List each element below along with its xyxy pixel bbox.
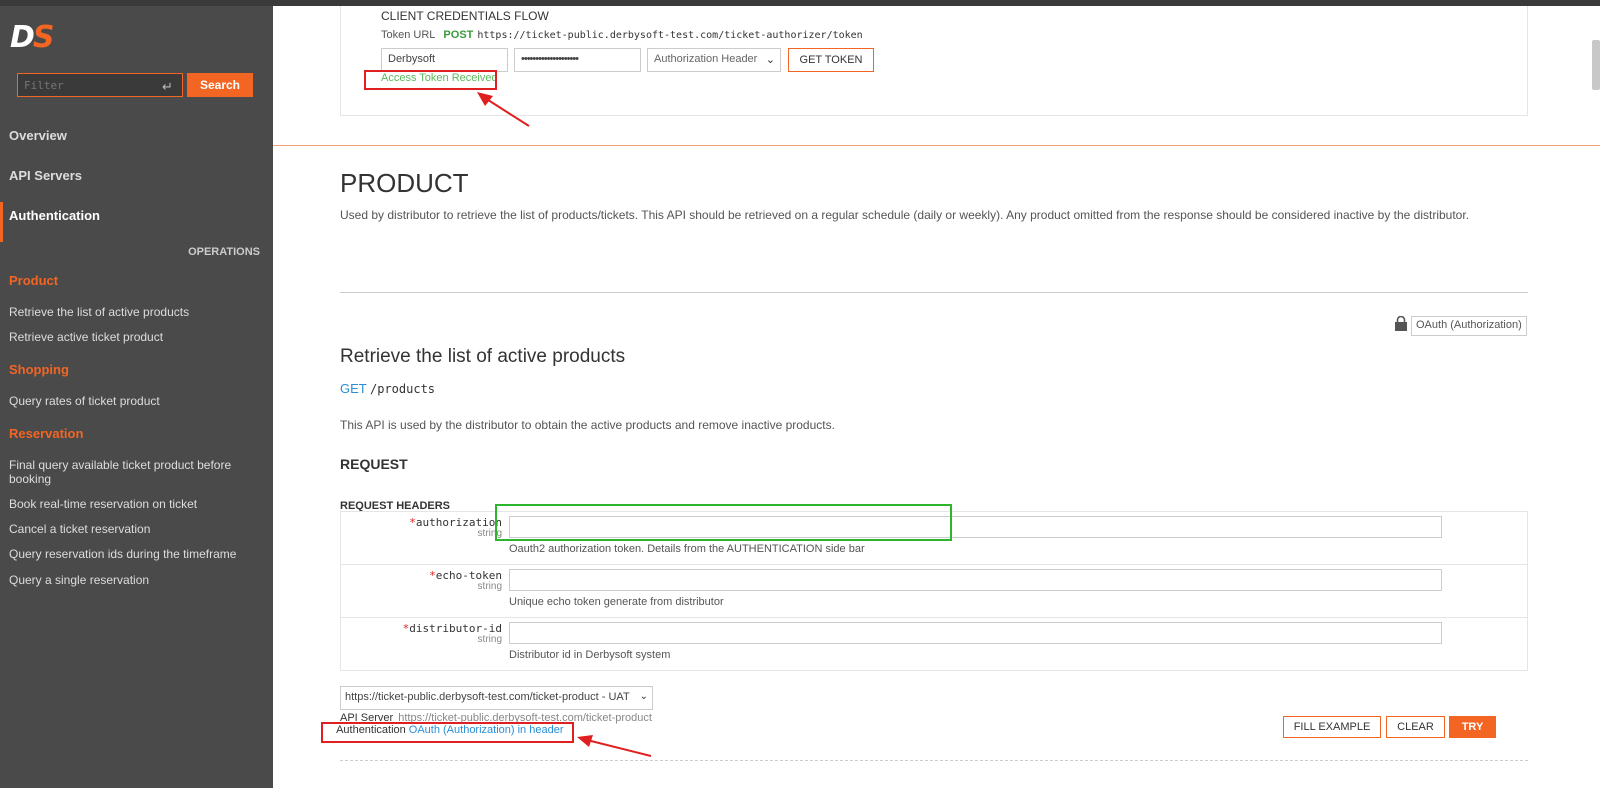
- chevron-down-icon: ⌄: [639, 691, 648, 702]
- section-product[interactable]: Product: [9, 273, 58, 288]
- oauth-badge[interactable]: OAuth (Authorization): [1411, 316, 1527, 336]
- request-title: REQUEST: [340, 456, 408, 472]
- client-id-field[interactable]: Derbysoft: [381, 48, 508, 72]
- search-button[interactable]: Search: [187, 73, 253, 97]
- endpoint-description: This API is used by the distributor to o…: [340, 418, 835, 432]
- table-row: *echo-token string Unique echo token gen…: [341, 565, 1527, 618]
- credentials-title: CLIENT CREDENTIALS FLOW: [381, 9, 549, 23]
- server-select[interactable]: https://ticket-public.derbysoft-test.com…: [340, 686, 653, 710]
- nav-api-servers[interactable]: API Servers: [9, 168, 82, 183]
- header-description: Oauth2 authorization token. Details from…: [509, 543, 865, 555]
- bottom-divider: [340, 760, 1528, 761]
- header-description: Distributor id in Derbysoft system: [509, 649, 671, 661]
- operations-label: OPERATIONS: [188, 246, 260, 258]
- scrollbar[interactable]: [1592, 40, 1600, 90]
- token-url-label: Token URL: [381, 29, 436, 41]
- main-content: CLIENT CREDENTIALS FLOW Token URL POST htt…: [273, 6, 1600, 788]
- nav-cancel-reservation[interactable]: Cancel a ticket reservation: [9, 522, 249, 536]
- table-row: *distributor-id string Distributor id in…: [341, 618, 1527, 671]
- section-reservation[interactable]: Reservation: [9, 426, 83, 441]
- endpoint-method: GET: [340, 381, 367, 396]
- divider: [340, 292, 1528, 293]
- nav-retrieve-active-ticket[interactable]: Retrieve active ticket product: [9, 330, 249, 344]
- token-method: POST: [443, 29, 474, 41]
- lock-icon: [1395, 316, 1407, 331]
- get-token-button[interactable]: GET TOKEN: [788, 48, 874, 72]
- endpoint-path: /products: [370, 382, 436, 396]
- nav-book-reservation[interactable]: Book real-time reservation on ticket: [9, 497, 249, 511]
- token-url: https://ticket-public.derbysoft-test.com…: [477, 30, 863, 41]
- product-title: PRODUCT: [340, 168, 469, 198]
- product-description: Used by distributor to retrieve the list…: [340, 208, 1470, 222]
- section-shopping[interactable]: Shopping: [9, 362, 69, 377]
- fill-example-button[interactable]: FILL EXAMPLE: [1283, 716, 1381, 738]
- annotation-box-authorization: [495, 504, 952, 541]
- annotation-box-status: [364, 70, 497, 90]
- client-secret-field[interactable]: ••••••••••••••••••••: [514, 48, 641, 72]
- chevron-down-icon: ⌄: [765, 54, 775, 66]
- logo: DS: [10, 20, 54, 55]
- clear-button[interactable]: CLEAR: [1386, 716, 1445, 738]
- nav-retrieve-active-products[interactable]: Retrieve the list of active products: [9, 305, 249, 319]
- try-button[interactable]: TRY: [1449, 716, 1496, 738]
- annotation-arrow-status: [477, 92, 530, 127]
- filter-input[interactable]: [17, 73, 183, 97]
- nav-query-reservation-ids[interactable]: Query reservation ids during the timefra…: [9, 547, 249, 561]
- echo-token-input[interactable]: [509, 569, 1442, 591]
- endpoint-title: Retrieve the list of active products: [340, 346, 626, 367]
- header-type: string: [477, 581, 502, 592]
- header-type: string: [477, 634, 502, 645]
- header-description: Unique echo token generate from distribu…: [509, 596, 724, 608]
- annotation-box-authentication: [321, 722, 574, 743]
- auth-mode-select[interactable]: Authorization Header ⌄: [647, 48, 781, 72]
- nav-authentication[interactable]: Authentication: [9, 208, 100, 223]
- section-divider: [273, 145, 1600, 146]
- sidebar: DS ↵ Search Overview API Servers Authent…: [0, 6, 273, 788]
- annotation-arrow-authentication: [577, 735, 652, 757]
- active-indicator: [0, 202, 3, 242]
- nav-overview[interactable]: Overview: [9, 128, 67, 143]
- nav-query-single-reservation[interactable]: Query a single reservation: [9, 573, 249, 587]
- enter-icon: ↵: [162, 79, 173, 94]
- distributor-id-input[interactable]: [509, 622, 1442, 644]
- token-url-row: Token URL POST https://ticket-public.derby…: [381, 29, 863, 41]
- nav-final-query[interactable]: Final query available ticket product bef…: [9, 458, 249, 486]
- nav-query-rates[interactable]: Query rates of ticket product: [9, 394, 249, 408]
